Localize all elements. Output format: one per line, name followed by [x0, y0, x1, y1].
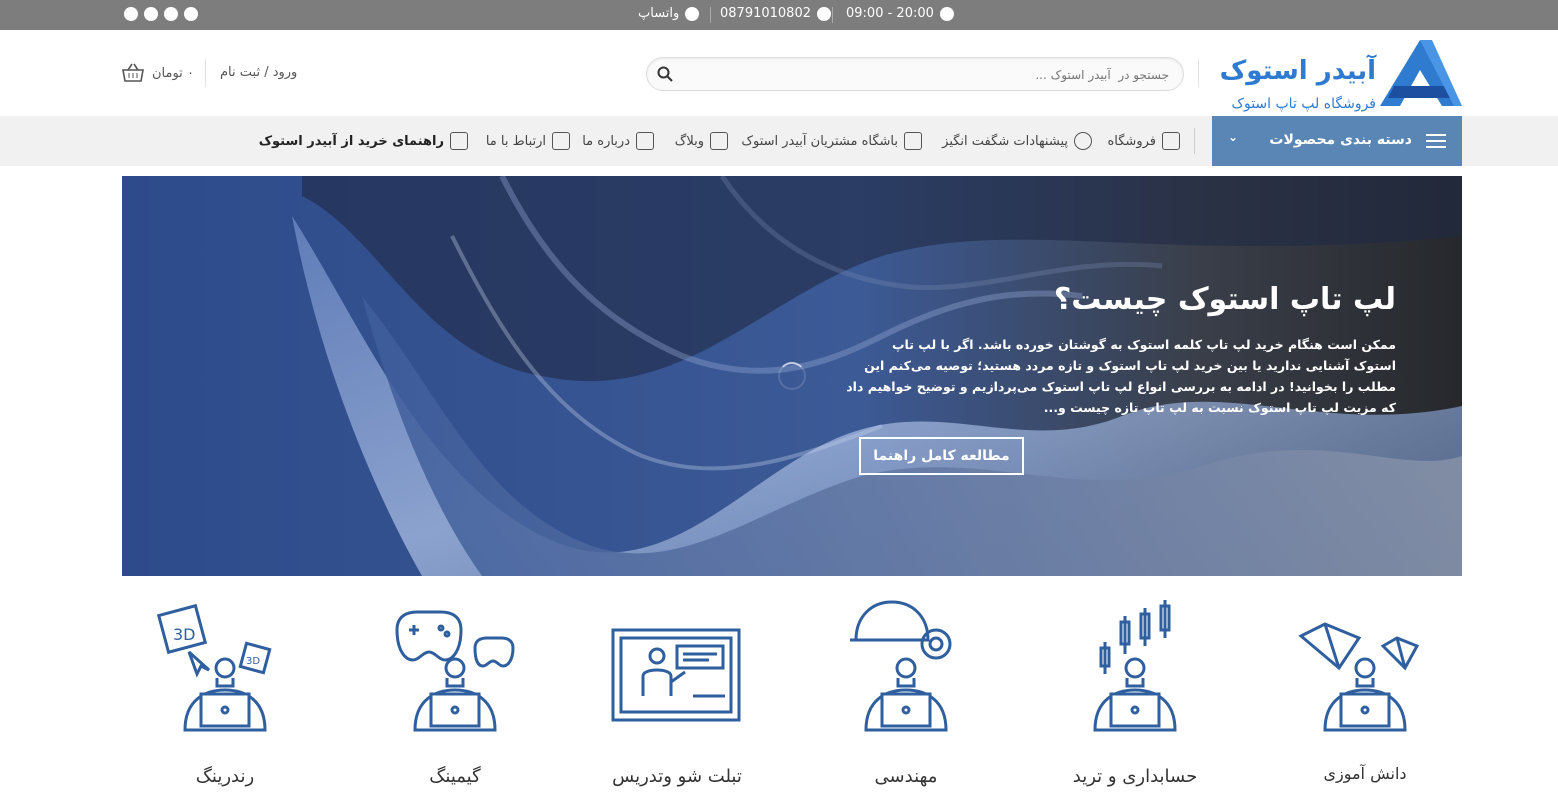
whatsapp-link[interactable]: واتساپ — [638, 6, 700, 21]
top-bar: 09:00 - 20:00 08791010802 واتساپ — [0, 0, 1558, 30]
gaming-icon — [395, 610, 515, 732]
phone-number[interactable]: 08791010802 — [720, 6, 831, 21]
svg-text:3D: 3D — [173, 625, 196, 644]
phone-icon[interactable] — [164, 7, 178, 21]
site-logo[interactable]: آبیدر استوک فروشگاه لپ تاپ استوک — [1220, 38, 1462, 112]
header: آبیدر استوک فروشگاه لپ تاپ استوک ورود / … — [0, 30, 1558, 116]
category-engineering[interactable]: مهندسی — [826, 590, 986, 800]
instagram-icon[interactable] — [184, 7, 198, 21]
categories-menu-button[interactable]: دسته بندی محصولات ⌄ — [1212, 116, 1462, 166]
discount-icon — [1074, 132, 1092, 150]
loading-spinner-icon — [778, 362, 806, 390]
svg-text:3D: 3D — [246, 656, 260, 667]
telegram-icon[interactable] — [124, 7, 138, 21]
cart-total: ۰ تومان — [152, 65, 194, 81]
engineering-icon — [850, 600, 952, 732]
store-icon — [1162, 132, 1180, 150]
category-trading[interactable]: حسابداری و ترید — [1055, 590, 1215, 800]
whatsapp-icon — [685, 6, 700, 21]
phone-icon — [816, 6, 831, 21]
nav-item-club[interactable]: باشگاه مشتریان آبیدر استوک — [741, 132, 922, 150]
teaching-icon — [611, 628, 741, 722]
category-teaching[interactable]: تبلت شو وتدریس — [597, 590, 757, 800]
category-gaming[interactable]: گیمینگ — [375, 590, 535, 800]
nav-item-offers[interactable]: پیشنهادات شگفت انگیز — [942, 132, 1092, 150]
clock-icon — [939, 6, 954, 21]
search-box — [646, 57, 1184, 91]
nav-item-contact[interactable]: ارتباط با ما — [486, 132, 570, 150]
login-register-link[interactable]: ورود / ثبت نام — [220, 65, 297, 80]
hero-description: ممکن است هنگام خرید لپ تاپ کلمه استوک به… — [846, 337, 1396, 415]
logo-title: آبیدر استوک — [1219, 56, 1376, 86]
cart-button[interactable]: ۰ تومان — [122, 63, 194, 83]
hero-title: لپ تاپ استوک چیست؟ — [1053, 282, 1396, 317]
hero-banner: لپ تاپ استوک چیست؟ ممکن است هنگام خرید ل… — [122, 176, 1462, 576]
search-icon[interactable] — [657, 66, 673, 82]
blog-icon — [710, 132, 728, 150]
guide-icon — [450, 132, 468, 150]
student-icon — [1298, 622, 1420, 732]
about-icon — [636, 132, 654, 150]
contact-icon — [552, 132, 570, 150]
youtube-icon[interactable] — [144, 7, 158, 21]
search-input[interactable] — [689, 65, 1169, 85]
category-rendering[interactable]: 3D 3D رندرینگ — [145, 590, 305, 800]
nav-item-guide[interactable]: راهنمای خرید از آبیدر استوک — [259, 132, 468, 150]
hamburger-icon — [1426, 134, 1446, 148]
basket-icon — [122, 63, 144, 82]
trading-icon — [1093, 600, 1177, 732]
nav-item-blog[interactable]: وبلاگ — [675, 132, 728, 150]
chevron-down-icon: ⌄ — [1228, 130, 1239, 144]
read-guide-button[interactable]: مطالعه کامل راهنما — [859, 437, 1024, 475]
logo-subtitle: فروشگاه لپ تاپ استوک — [1231, 96, 1376, 112]
category-student[interactable]: دانش آموزی — [1285, 590, 1445, 800]
tag-icon — [904, 132, 922, 150]
nav-item-shop[interactable]: فروشگاه — [1107, 132, 1180, 150]
social-links — [124, 7, 198, 21]
rendering-icon: 3D 3D — [156, 603, 272, 732]
main-nav: دسته بندی محصولات ⌄ فروشگاه پیشنهادات شگ… — [0, 116, 1558, 166]
nav-item-about[interactable]: درباره ما — [582, 132, 654, 150]
working-hours: 09:00 - 20:00 — [846, 6, 954, 21]
